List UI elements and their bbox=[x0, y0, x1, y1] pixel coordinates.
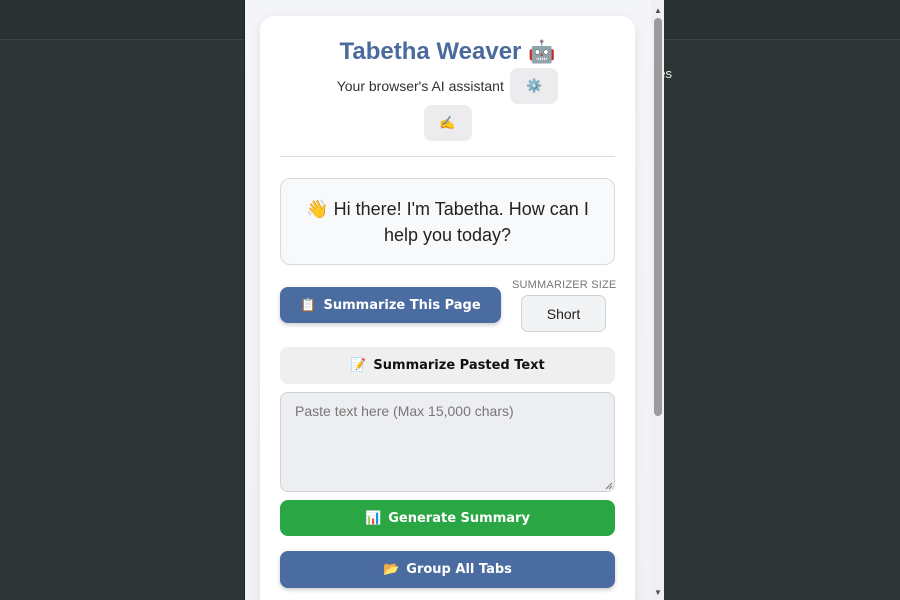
paste-text-input[interactable] bbox=[280, 392, 615, 492]
summarize-pasted-text-button[interactable]: 📝 Summarize Pasted Text bbox=[280, 347, 615, 384]
summarize-pasted-label: Summarize Pasted Text bbox=[373, 358, 545, 373]
app-title: Tabetha Weaver 🤖 bbox=[260, 38, 635, 66]
summarize-page-button[interactable]: 📋 Summarize This Page bbox=[280, 287, 501, 323]
app-subtitle: Your browser's AI assistant bbox=[336, 78, 504, 94]
scroll-down-arrow-icon[interactable]: ▼ bbox=[651, 584, 664, 600]
app-title-text: Tabetha Weaver bbox=[339, 38, 522, 65]
popup-scrollbar[interactable]: ▲ ▼ bbox=[651, 0, 664, 600]
generate-summary-label: Generate Summary bbox=[388, 510, 530, 526]
clipboard-icon: 📋 bbox=[300, 297, 317, 313]
folder-icon: 📂 bbox=[383, 562, 400, 577]
group-all-tabs-button[interactable]: 📂 Group All Tabs bbox=[280, 551, 615, 588]
settings-button[interactable]: ⚙️ bbox=[510, 68, 559, 104]
scroll-up-arrow-icon[interactable]: ▲ bbox=[651, 2, 664, 18]
gear-icon: ⚙️ bbox=[526, 78, 543, 93]
generate-summary-button[interactable]: 📊 Generate Summary bbox=[280, 500, 615, 536]
popup-content: Tabetha Weaver 🤖 Your browser's AI assis… bbox=[245, 0, 651, 600]
subtitle-row: Your browser's AI assistant ⚙️ bbox=[260, 68, 635, 104]
bar-chart-icon: 📊 bbox=[365, 510, 382, 526]
background-page-text: ges bbox=[664, 66, 672, 81]
greeting-message: 👋 Hi there! I'm Tabetha. How can I help … bbox=[280, 178, 615, 265]
writing-hand-icon: ✍️ bbox=[439, 115, 456, 130]
group-all-tabs-label: Group All Tabs bbox=[406, 562, 512, 577]
summarizer-size-value: Short bbox=[546, 305, 581, 322]
extension-popup: Tabetha Weaver 🤖 Your browser's AI assis… bbox=[244, 0, 664, 600]
robot-icon: 🤖 bbox=[528, 39, 556, 64]
summarizer-size-select[interactable]: Short bbox=[521, 295, 606, 332]
writing-button[interactable]: ✍️ bbox=[423, 105, 472, 141]
resize-grip-icon[interactable] bbox=[605, 482, 613, 490]
summarizer-size-label: SUMMARIZER SIZE bbox=[512, 279, 617, 291]
scrollbar-thumb[interactable] bbox=[654, 18, 662, 416]
greeting-text: Hi there! I'm Tabetha. How can I help yo… bbox=[333, 198, 589, 245]
summarize-page-label: Summarize This Page bbox=[323, 297, 481, 313]
writing-button-row: ✍️ bbox=[260, 105, 635, 141]
waving-hand-icon: 👋 bbox=[306, 198, 329, 219]
memo-icon: 📝 bbox=[350, 358, 367, 373]
header-divider bbox=[280, 156, 615, 157]
assistant-card: Tabetha Weaver 🤖 Your browser's AI assis… bbox=[260, 16, 635, 600]
